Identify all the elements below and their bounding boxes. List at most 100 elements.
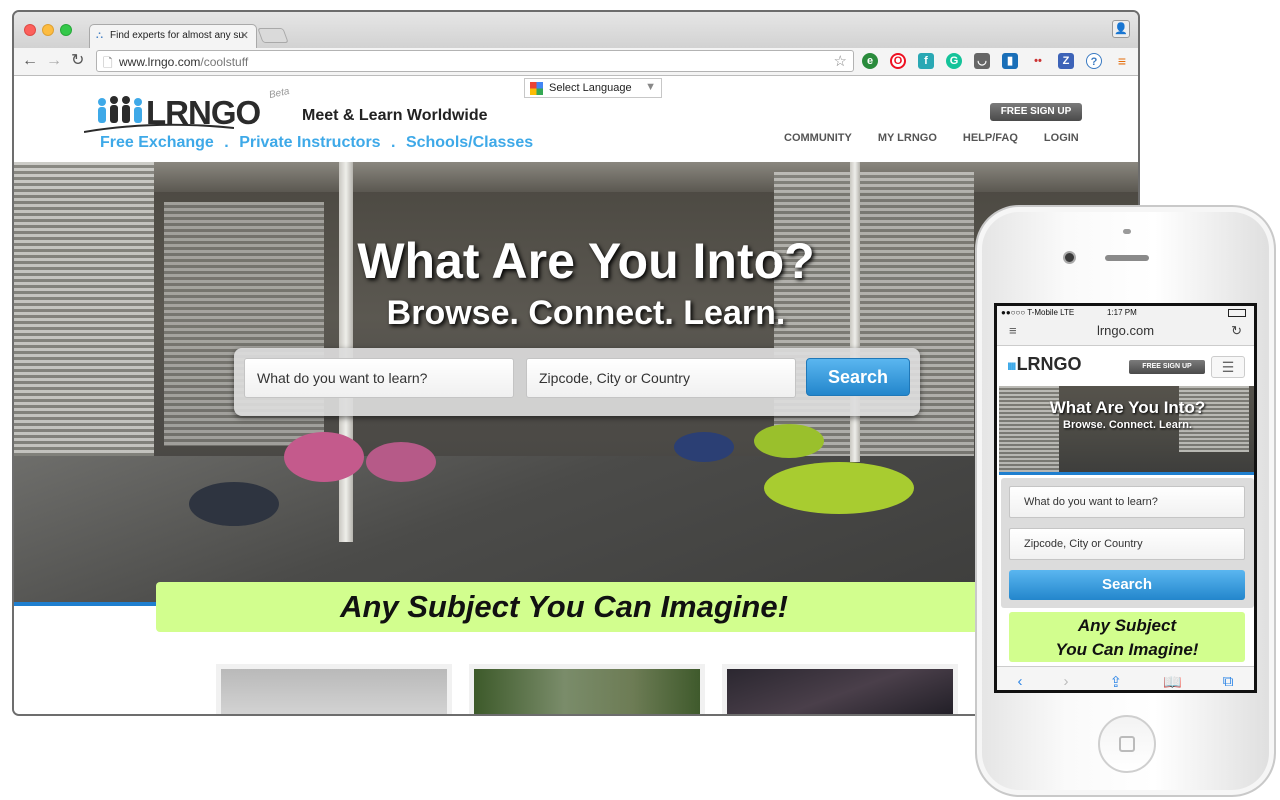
site-tagline: Meet & Learn Worldwide xyxy=(302,107,488,124)
phone-hero-divider xyxy=(999,472,1254,475)
zotero-icon[interactable]: Z xyxy=(1058,53,1074,69)
close-tab-icon[interactable]: ✕ xyxy=(240,29,249,42)
clock-label: 1:17 PM xyxy=(1107,308,1137,317)
lrngo-page: Select Language ▼ LRNGO Beta Meet & Lear… xyxy=(14,76,1138,714)
category-thumbnail[interactable] xyxy=(469,664,705,714)
profile-icon[interactable]: 👤 xyxy=(1112,20,1130,38)
search-button[interactable]: Search xyxy=(806,358,910,396)
category-thumbnail[interactable] xyxy=(722,664,958,714)
link-separator: . xyxy=(391,134,396,151)
nav-help-faq[interactable]: HELP/FAQ xyxy=(963,132,1018,144)
forward-icon[interactable]: → xyxy=(46,52,62,70)
minimize-window-button[interactable] xyxy=(42,24,54,36)
phone-sensor xyxy=(1123,229,1131,234)
home-square-icon xyxy=(1119,736,1135,752)
help-icon[interactable]: ? xyxy=(1086,53,1102,69)
phone-subject-input[interactable]: What do you want to learn? xyxy=(1009,486,1245,518)
browser-titlebar: ⛬ Find experts for almost any su ✕ 👤 xyxy=(14,12,1138,48)
phone-search-form: What do you want to learn? Zipcode, City… xyxy=(1001,478,1254,608)
new-tab-button[interactable] xyxy=(257,28,289,43)
close-window-button[interactable] xyxy=(24,24,36,36)
private-instructors-link[interactable]: Private Instructors xyxy=(239,134,380,151)
phone-hero-title: What Are You Into? xyxy=(1049,398,1206,417)
grammarly-icon[interactable]: G xyxy=(946,53,962,69)
hero-title: What Are You Into? xyxy=(357,233,815,289)
nav-community[interactable]: COMMUNITY xyxy=(784,132,852,144)
beanbag xyxy=(189,482,279,526)
beanbag xyxy=(674,432,734,462)
phone-logo-text: LRNGO xyxy=(1016,354,1082,374)
free-exchange-link[interactable]: Free Exchange xyxy=(100,134,214,151)
phone-hero: What Are You Into? Browse. Connect. Lear… xyxy=(999,386,1254,472)
people-logo-icon: ıııı xyxy=(1007,357,1016,373)
google-icon xyxy=(530,82,543,95)
page-icon: 🗋 xyxy=(103,56,113,70)
browser-tab[interactable]: ⛬ Find experts for almost any su ✕ xyxy=(89,24,257,48)
beanbag xyxy=(764,462,914,514)
language-selector-label: Select Language xyxy=(549,82,632,94)
bookmark-star-icon[interactable]: ☆ xyxy=(834,52,847,70)
phone-location-input[interactable]: Zipcode, City or Country xyxy=(1009,528,1245,560)
tabs-icon[interactable]: ⧉ xyxy=(1223,673,1234,690)
maximize-window-button[interactable] xyxy=(60,24,72,36)
back-icon[interactable]: ‹ xyxy=(1018,673,1023,690)
subject-banner: Any Subject You Can Imagine! xyxy=(156,582,992,632)
forward-icon[interactable]: › xyxy=(1064,673,1069,690)
phone-banner-line1: Any Subject xyxy=(1077,616,1177,635)
home-button[interactable] xyxy=(1098,715,1156,773)
browser-window: ⛬ Find experts for almost any su ✕ 👤 ← →… xyxy=(12,10,1140,716)
dropdown-arrow-icon: ▼ xyxy=(645,81,656,93)
bookmarks-icon[interactable]: 📖 xyxy=(1163,673,1182,691)
safari-toolbar: ‹ › ⇪ 📖 ⧉ xyxy=(997,666,1254,691)
browser-toolbar: ← → ↻ 🗋 www.lrngo.com/coolstuff ☆ e O f … xyxy=(14,48,1138,76)
phone-search-button[interactable]: Search xyxy=(1009,570,1245,600)
phone-hero-subtitle: Browse. Connect. Learn. xyxy=(1063,419,1192,431)
free-signup-button[interactable]: FREE SIGN UP xyxy=(990,103,1082,121)
phone-banner-line2: You Can Imagine! xyxy=(1055,640,1199,659)
bookmark-icon[interactable]: ▮ xyxy=(1002,53,1018,69)
back-icon[interactable]: ← xyxy=(22,52,38,70)
phone-status-bar: ●●○○○ T-Mobile LTE 1:17 PM xyxy=(997,306,1254,320)
dots-icon[interactable]: •• xyxy=(1030,53,1046,69)
phone-subject-banner: Any Subject You Can Imagine! xyxy=(1009,612,1245,662)
location-search-input[interactable]: Zipcode, City or Country xyxy=(526,358,796,398)
language-selector[interactable]: Select Language ▼ xyxy=(524,78,662,98)
menu-icon[interactable]: ≡ xyxy=(1114,53,1130,69)
lrngo-favicon-icon: ⛬ xyxy=(96,30,103,41)
evernote-icon[interactable]: e xyxy=(862,53,878,69)
nav-my-lrngo[interactable]: MY LRNGO xyxy=(878,132,937,144)
tab-title: Find experts for almost any su xyxy=(110,30,244,41)
beanbag xyxy=(284,432,364,482)
reload-icon[interactable]: ↻ xyxy=(1231,320,1242,342)
search-form: What do you want to learn? Zipcode, City… xyxy=(234,348,920,416)
phone-address-bar[interactable]: ≡ lrngo.com ↻ xyxy=(997,320,1254,346)
phone-signup-button[interactable]: FREE SIGN UP xyxy=(1129,360,1205,374)
hero-section: What Are You Into? Browse. Connect. Lear… xyxy=(14,162,1138,606)
beanbag xyxy=(754,424,824,458)
nav-login[interactable]: LOGIN xyxy=(1044,132,1079,144)
feedly-icon[interactable]: f xyxy=(918,53,934,69)
battery-icon xyxy=(1228,309,1246,317)
url-host: www.lrngo.com xyxy=(119,55,201,69)
camera-icon xyxy=(1063,251,1076,264)
phone-screen: ●●○○○ T-Mobile LTE 1:17 PM ≡ lrngo.com ↻… xyxy=(994,303,1257,693)
hero-subtitle: Browse. Connect. Learn. xyxy=(386,294,786,332)
lrngo-logo[interactable]: LRNGO Beta xyxy=(84,86,294,134)
reload-icon[interactable]: ↻ xyxy=(71,52,84,70)
top-nav: COMMUNITY MY LRNGO HELP/FAQ LOGIN xyxy=(784,132,1079,144)
schools-classes-link[interactable]: Schools/Classes xyxy=(406,134,533,151)
opera-icon[interactable]: O xyxy=(890,53,906,69)
address-bar[interactable]: 🗋 www.lrngo.com/coolstuff ☆ xyxy=(96,50,854,72)
phone-url: lrngo.com xyxy=(1096,323,1155,338)
link-separator: . xyxy=(224,134,229,151)
category-thumbnail[interactable] xyxy=(216,664,452,714)
subject-search-input[interactable]: What do you want to learn? xyxy=(244,358,514,398)
share-icon[interactable]: ⇪ xyxy=(1110,673,1123,691)
carrier-label: ●●○○○ T-Mobile LTE xyxy=(1001,308,1075,317)
pocket-icon[interactable]: ◡ xyxy=(974,53,990,69)
reader-icon[interactable]: ≡ xyxy=(1009,320,1017,342)
iphone-mockup: ●●○○○ T-Mobile LTE 1:17 PM ≡ lrngo.com ↻… xyxy=(975,205,1276,797)
hamburger-menu-icon[interactable]: ☰ xyxy=(1211,356,1245,378)
phone-logo[interactable]: ıııı LRNGO xyxy=(1007,354,1082,375)
url-path: /coolstuff xyxy=(200,55,249,69)
